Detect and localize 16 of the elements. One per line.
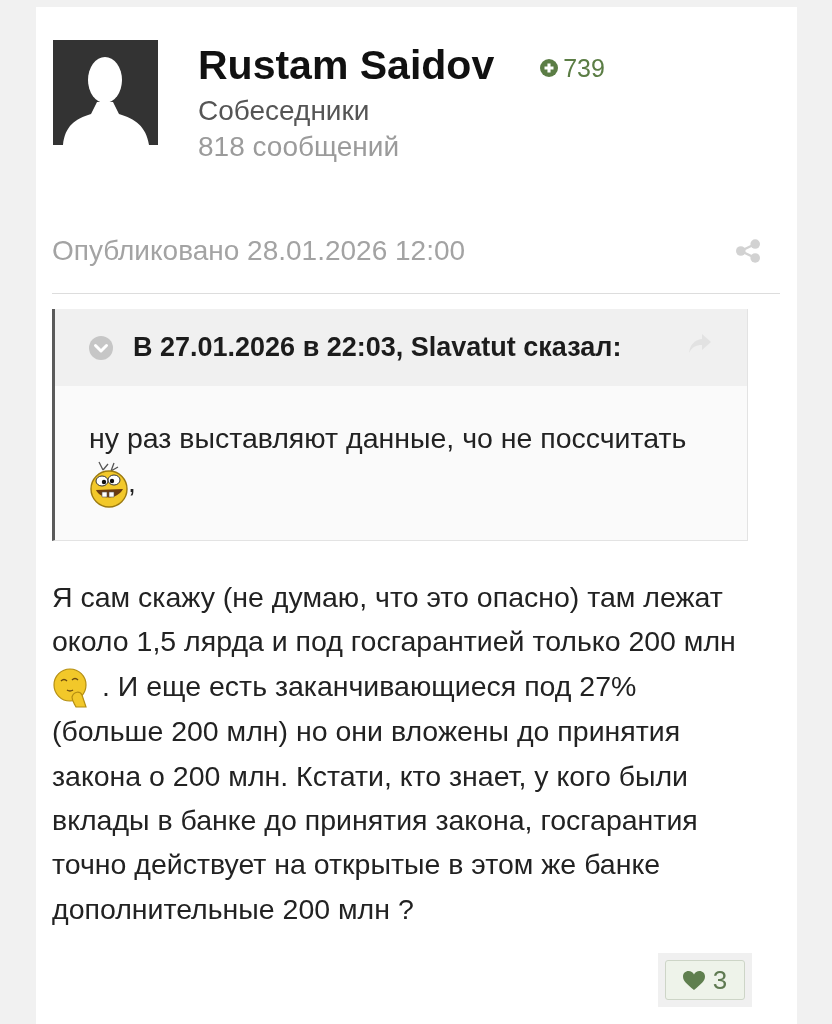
grinning-emoji-icon	[89, 460, 128, 508]
member-group: Собеседники	[198, 93, 605, 129]
chevron-down-icon[interactable]	[89, 335, 113, 360]
reputation-count: 739	[563, 53, 605, 83]
share-icon[interactable]	[736, 239, 760, 263]
quote-text: ну раз выставляют данные, чо не поссчитать ,	[89, 416, 697, 508]
published-date: Опубликовано 28.01.2026 12:00	[52, 234, 466, 268]
quote-attribution: В 27.01.2026 в 22:03, Slavatut сказал:	[133, 332, 622, 363]
author-name[interactable]: Rustam Saidov	[198, 41, 495, 89]
plus-circle-icon	[540, 59, 559, 77]
heart-icon	[682, 970, 705, 990]
post-count: 818 сообщений	[198, 130, 401, 164]
avatar-silhouette[interactable]	[53, 40, 158, 145]
thinking-emoji-icon	[52, 667, 88, 710]
post-text: Я сам скажу (не думаю, что это опасно) там лежат около 1,5 лярда и под госгарантией только 200 млн . И еще есть заканчивающиеся под 27% (больше 200 млн) но они вложены до принятия закона о 200 млн. Кстати, кто знает, у кого были вклады в банке до принятия закона, госгарантия точно действует на открытые в этом же банке дополнительные 200 млн ?	[52, 579, 737, 927]
like-button[interactable]: 3	[665, 960, 745, 1001]
